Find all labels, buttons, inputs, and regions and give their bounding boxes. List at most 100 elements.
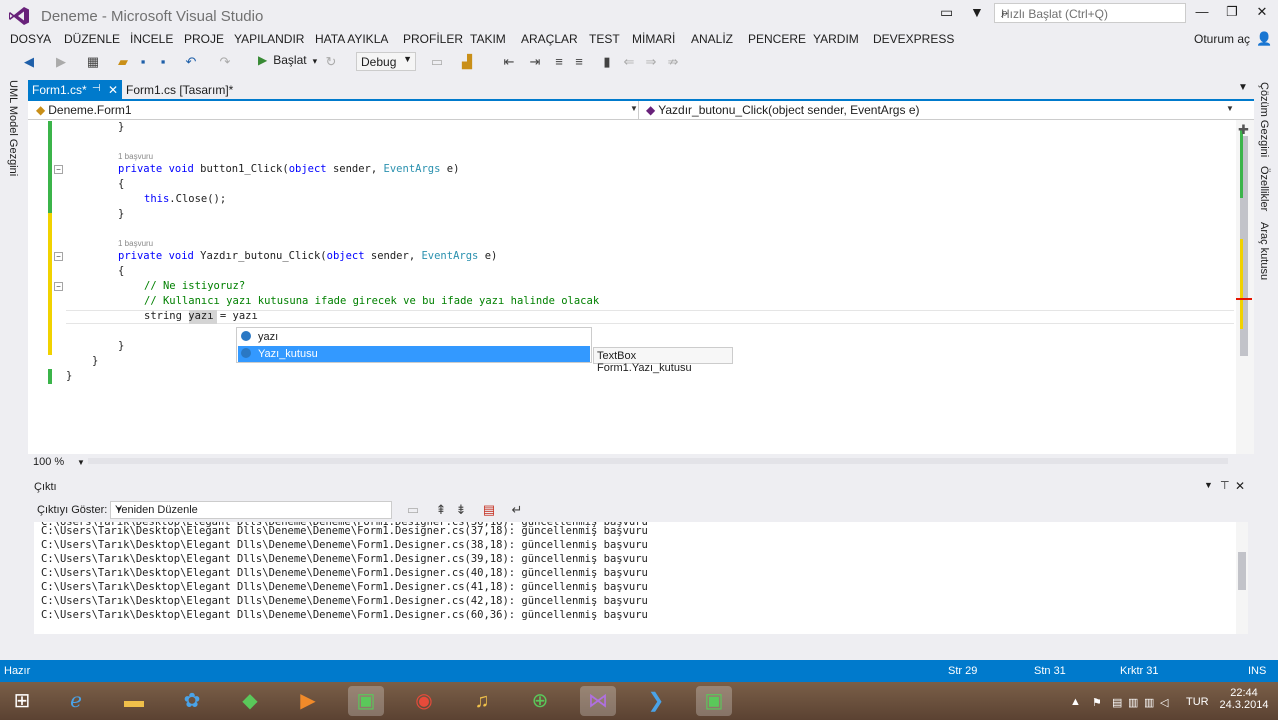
menu-analyze[interactable]: ANALİZ: [691, 32, 733, 46]
menu-debug[interactable]: HATA AYIKLA: [315, 32, 388, 46]
close-button[interactable]: ✕: [1248, 4, 1276, 24]
reference-count[interactable]: 1 başvuru: [118, 239, 153, 248]
pin-icon[interactable]: ⊤: [1220, 479, 1230, 492]
uml-model-explorer-tab[interactable]: UML Model Gezgini: [7, 80, 19, 176]
tray-network-icon[interactable]: ▥: [1128, 696, 1138, 709]
bookmark-icon[interactable]: ▮: [598, 53, 616, 71]
start-button[interactable]: ▶ Başlat ▾: [258, 53, 317, 71]
output-text-area[interactable]: C:\Users\Tarık\Desktop\Elegant Dlls\Dene…: [34, 522, 1236, 634]
forward-icon[interactable]: ▶: [52, 53, 70, 71]
find-message-icon[interactable]: ▭: [404, 501, 422, 519]
app-icon[interactable]: ◆: [232, 686, 268, 716]
menu-tools[interactable]: ARAÇLAR: [521, 32, 578, 46]
redo-icon[interactable]: ↷: [216, 53, 234, 71]
tab-form1-cs[interactable]: Form1.cs* ⊣ ✕: [28, 80, 122, 99]
minimize-button[interactable]: —: [1188, 4, 1216, 24]
file-explorer-icon[interactable]: ▬: [116, 686, 152, 716]
menu-help[interactable]: YARDIM: [813, 32, 859, 46]
split-icon[interactable]: ✚: [1238, 122, 1249, 138]
chevron-down-icon[interactable]: ▼: [77, 458, 85, 467]
clear-all-icon[interactable]: ▤: [480, 501, 498, 519]
sign-in-link[interactable]: Oturum aç: [1194, 32, 1250, 46]
chrome-icon[interactable]: ◉: [406, 686, 442, 716]
app-icon[interactable]: ▣: [348, 686, 384, 716]
menu-file[interactable]: DOSYA: [10, 32, 51, 46]
find-in-files-icon[interactable]: ▟: [458, 53, 476, 71]
back-icon[interactable]: ◀: [20, 53, 38, 71]
prev-bookmark-icon[interactable]: ⇐: [620, 53, 638, 71]
indent-icon[interactable]: ≡: [570, 53, 588, 71]
app-icon[interactable]: ⊕: [522, 686, 558, 716]
divider: [638, 101, 639, 119]
tray-network-icon[interactable]: ▥: [1144, 696, 1154, 709]
menu-edit[interactable]: DÜZENLE: [64, 32, 120, 46]
save-all-icon[interactable]: ▪: [154, 53, 172, 71]
tray-flag-icon[interactable]: ⚑: [1092, 696, 1102, 709]
output-source-select[interactable]: Yeniden Düzenle ▼: [110, 501, 392, 519]
maximize-button[interactable]: ❐: [1218, 4, 1246, 24]
open-file-icon[interactable]: ▰: [114, 53, 132, 71]
powershell-icon[interactable]: ❯: [638, 686, 674, 716]
undo-icon[interactable]: ↶: [182, 53, 200, 71]
pin-icon[interactable]: ⊣: [92, 83, 101, 94]
menu-project[interactable]: PROJE: [184, 32, 224, 46]
close-icon[interactable]: ✕: [1235, 479, 1245, 493]
member-selector[interactable]: ◆ Yazdır_butonu_Click(object sender, Even…: [646, 103, 920, 117]
internet-explorer-icon[interactable]: ℯ: [58, 686, 94, 716]
menu-profiler[interactable]: PROFİLER: [403, 32, 463, 46]
windows-start-icon[interactable]: ⊞: [4, 686, 40, 716]
intellisense-item-selected[interactable]: Yazı_kutusu: [238, 346, 590, 362]
menu-test[interactable]: TEST: [589, 32, 620, 46]
clock[interactable]: 22:44 24.3.2014: [1214, 687, 1274, 711]
app-icon[interactable]: ▣: [696, 686, 732, 716]
headphones-icon[interactable]: ♫: [464, 686, 500, 716]
collapse-icon[interactable]: −: [54, 282, 63, 291]
next-bookmark-icon[interactable]: ⇒: [642, 53, 660, 71]
menu-architecture[interactable]: MİMARİ: [632, 32, 675, 46]
collapse-icon[interactable]: −: [54, 252, 63, 261]
menu-team[interactable]: TAKIM: [470, 32, 506, 46]
chevron-down-icon[interactable]: ▼: [1204, 480, 1213, 490]
save-icon[interactable]: ▪: [134, 53, 152, 71]
reference-count[interactable]: 1 başvuru: [118, 152, 153, 161]
notification-icon[interactable]: ▭: [940, 4, 953, 21]
zoom-level[interactable]: 100 %: [33, 456, 64, 468]
go-to-next-icon[interactable]: ⇟: [452, 501, 470, 519]
quick-launch-input[interactable]: Hızlı Başlat (Ctrl+Q) ⌕: [994, 3, 1186, 23]
media-player-icon[interactable]: ▶: [290, 686, 326, 716]
new-project-icon[interactable]: ▦: [84, 53, 102, 71]
clear-bookmarks-icon[interactable]: ⇏: [664, 53, 682, 71]
app-icon[interactable]: ✿: [174, 686, 210, 716]
volume-icon[interactable]: ◁: [1160, 696, 1168, 709]
word-wrap-icon[interactable]: ↵: [508, 501, 526, 519]
tab-dropdown-icon[interactable]: ▼: [1238, 82, 1248, 93]
feedback-filter-icon[interactable]: ▼: [970, 4, 984, 20]
uncomment-icon[interactable]: ⇥: [526, 53, 544, 71]
refresh-icon[interactable]: ↻: [322, 53, 340, 71]
intellisense-item[interactable]: yazı: [238, 329, 590, 345]
comment-icon[interactable]: ⇤: [500, 53, 518, 71]
properties-tab[interactable]: Özellikler: [1258, 166, 1270, 211]
status-char: Krktr 31: [1120, 665, 1159, 677]
tab-form1-design[interactable]: Form1.cs [Tasarım]*: [126, 83, 233, 97]
scrollbar-thumb[interactable]: [1238, 552, 1246, 590]
user-icon[interactable]: 👤: [1256, 31, 1272, 47]
outdent-icon[interactable]: ≡: [550, 53, 568, 71]
toolbox-tab[interactable]: Araç kutusu: [1258, 222, 1270, 280]
configuration-select[interactable]: Debug ▼: [356, 52, 416, 71]
tray-app-icon[interactable]: ▤: [1112, 696, 1122, 709]
device-icon[interactable]: ▭: [428, 53, 446, 71]
solution-explorer-tab[interactable]: Çözüm Gezgini: [1258, 82, 1270, 157]
menu-window[interactable]: PENCERE: [748, 32, 806, 46]
go-to-previous-icon[interactable]: ⇞: [432, 501, 450, 519]
menu-build[interactable]: YAPILANDIR: [234, 32, 304, 46]
visual-studio-icon[interactable]: ⋈: [580, 686, 616, 716]
collapse-icon[interactable]: −: [54, 165, 63, 174]
class-selector[interactable]: ◆ Deneme.Form1: [36, 103, 132, 117]
language-indicator[interactable]: TUR: [1186, 696, 1209, 708]
menu-view[interactable]: İNCELE: [130, 32, 173, 46]
tray-expand-icon[interactable]: ▲: [1070, 696, 1081, 708]
horizontal-scrollbar[interactable]: [88, 458, 1228, 464]
menu-devexpress[interactable]: DEVEXPRESS: [873, 32, 954, 46]
close-icon[interactable]: ✕: [108, 83, 118, 97]
